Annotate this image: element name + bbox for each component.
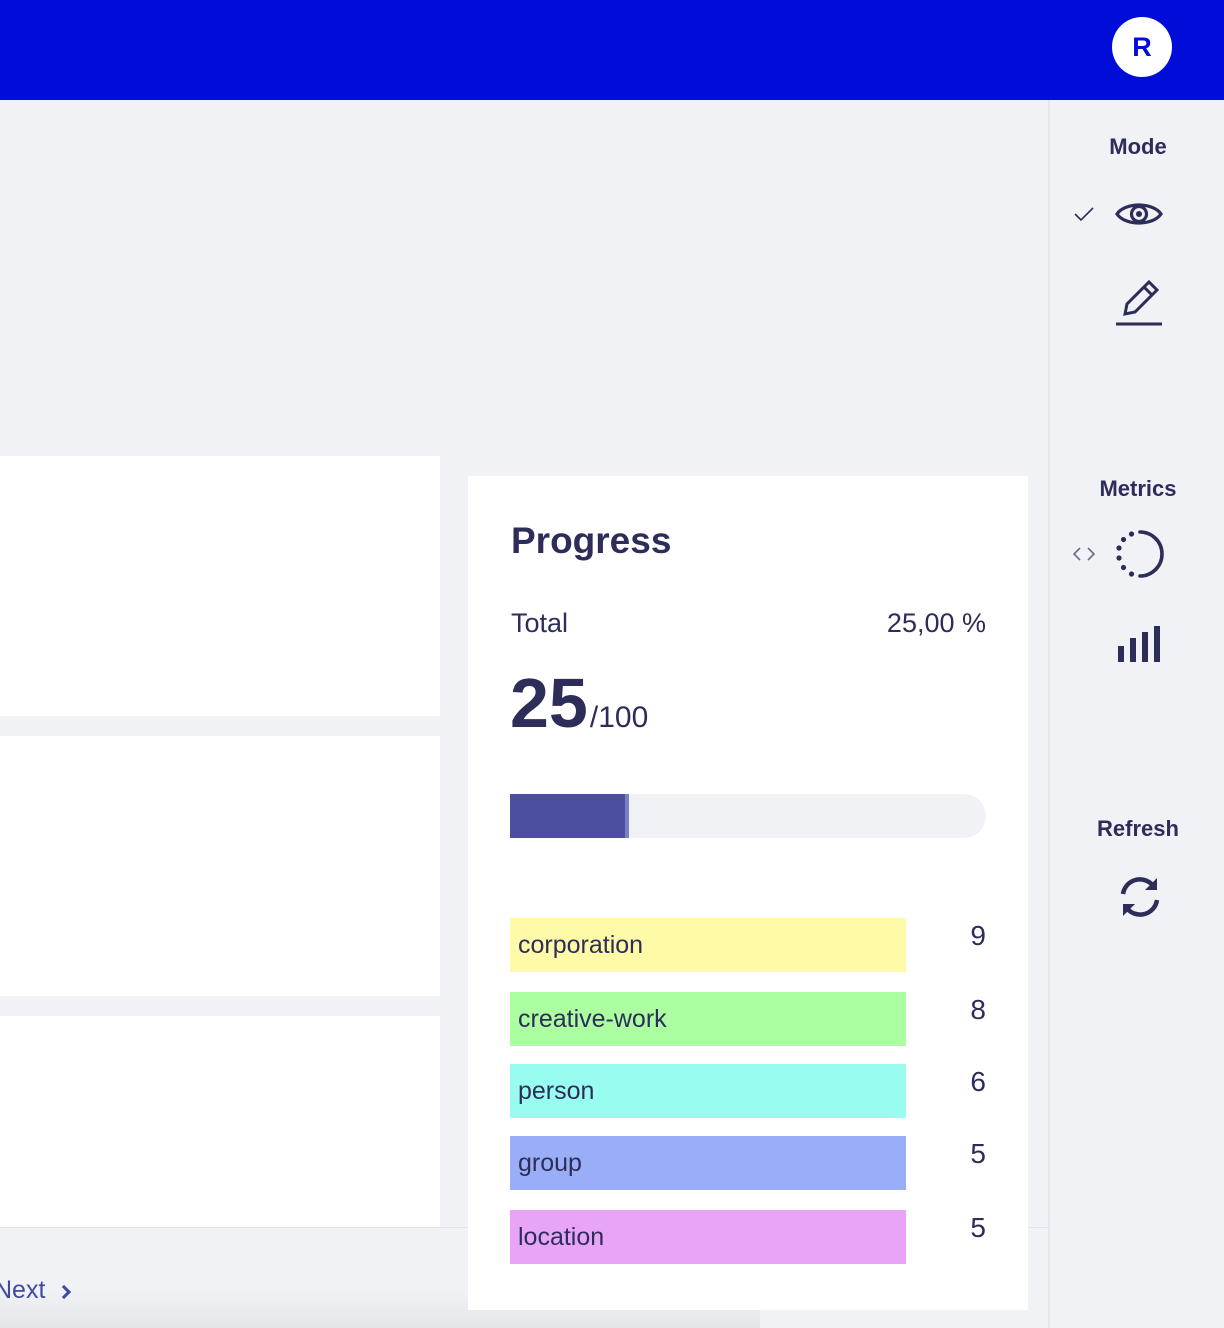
- check-icon: [1072, 202, 1096, 226]
- right-sidebar: Mode Metrics Refresh: [1048, 100, 1224, 1328]
- progress-bar: [510, 794, 986, 838]
- avatar[interactable]: R: [1112, 17, 1172, 77]
- bar-chart-icon[interactable]: [1114, 620, 1166, 668]
- label-row[interactable]: corporation 9: [510, 918, 986, 972]
- label-count: 9: [970, 920, 986, 951]
- label-chip-corporation: corporation: [510, 918, 906, 972]
- count-value: 25: [510, 664, 588, 742]
- progress-bar-fill: [510, 794, 629, 838]
- progress-count: 25 /100: [510, 668, 648, 738]
- top-bar: R: [0, 0, 1224, 100]
- next-page-link[interactable]: Next: [0, 1276, 72, 1305]
- metrics-heading: Metrics: [1099, 476, 1177, 501]
- label-count: 8: [970, 994, 986, 1025]
- label-chip-location: location: [510, 1210, 906, 1264]
- code-brackets-icon: [1070, 542, 1098, 566]
- label-row[interactable]: person 6: [510, 1064, 986, 1118]
- progress-circle-icon[interactable]: [1114, 526, 1166, 582]
- total-label: Total: [511, 608, 569, 638]
- eye-icon[interactable]: [1114, 192, 1164, 236]
- label-chip-creative-work: creative-work: [510, 992, 906, 1046]
- refresh-heading: Refresh: [1097, 816, 1179, 841]
- pencil-icon[interactable]: [1114, 276, 1164, 330]
- label-row[interactable]: creative-work 8: [510, 992, 986, 1046]
- label-count: 5: [970, 1138, 986, 1169]
- count-total: /100: [589, 701, 649, 734]
- label-count: 5: [970, 1212, 986, 1243]
- label-chip-group: group: [510, 1136, 906, 1190]
- refresh-icon[interactable]: [1114, 872, 1166, 922]
- progress-title: Progress: [511, 520, 672, 561]
- label-count: 6: [970, 1066, 986, 1097]
- next-label: Next: [0, 1276, 46, 1304]
- total-percent: 25,00 %: [886, 608, 986, 638]
- document-card[interactable]: [0, 736, 440, 996]
- progress-card: Progress Total 25,00 % 25 /100 corporati…: [468, 476, 1028, 1310]
- document-card[interactable]: [0, 1016, 440, 1228]
- mode-heading: Mode: [1109, 134, 1167, 159]
- label-row[interactable]: group 5: [510, 1136, 986, 1190]
- label-chip-person: person: [510, 1064, 906, 1118]
- label-row[interactable]: location 5: [510, 1210, 986, 1264]
- document-card[interactable]: [0, 456, 440, 716]
- chevron-right-icon: [57, 1284, 72, 1299]
